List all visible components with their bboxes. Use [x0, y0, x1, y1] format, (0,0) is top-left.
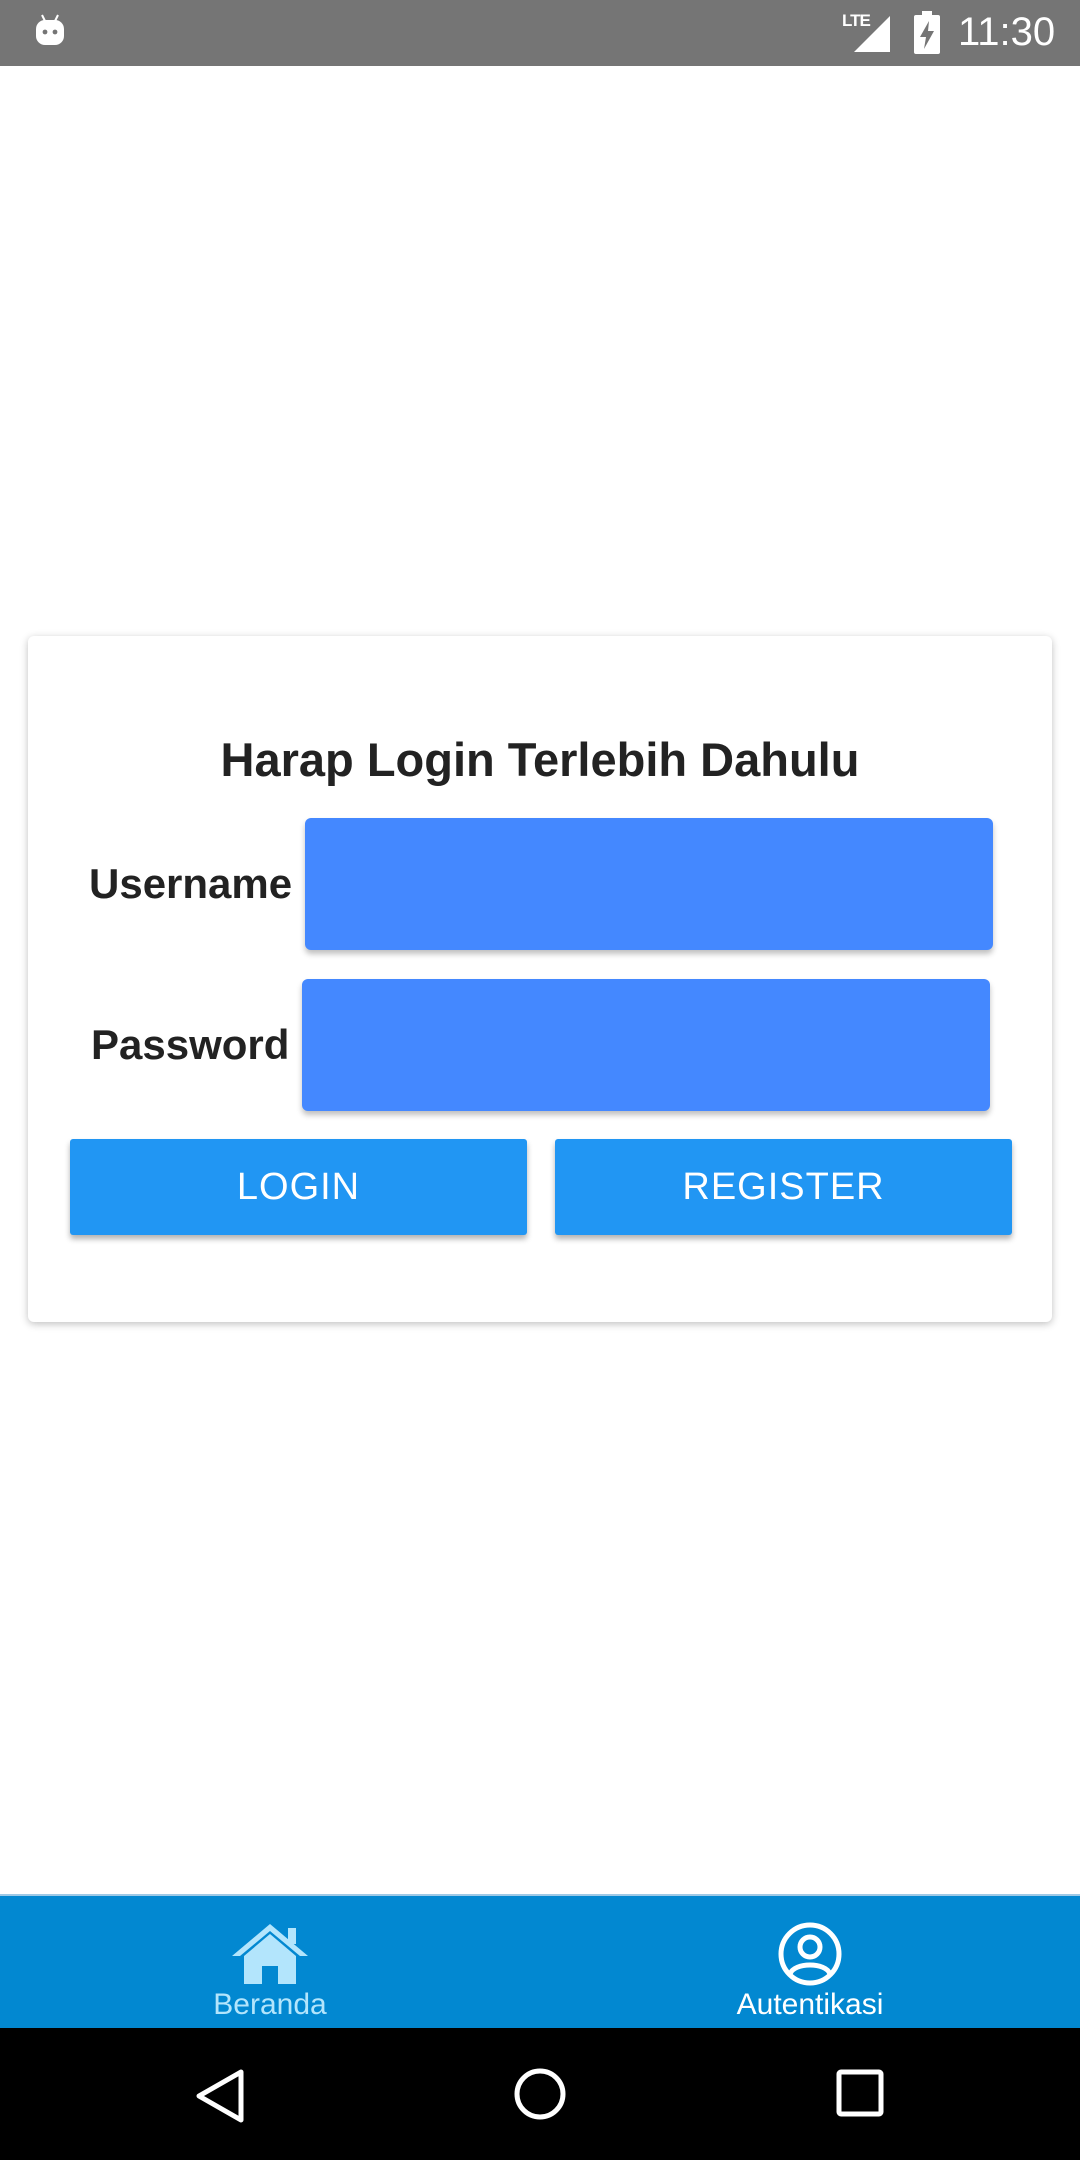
recent-apps-icon[interactable]: [835, 2068, 885, 2118]
home-nav-icon[interactable]: [512, 2066, 568, 2122]
tab-beranda[interactable]: Beranda: [0, 1896, 540, 2030]
user-circle-icon: [778, 1922, 842, 1986]
tab-autentikasi[interactable]: Autentikasi: [540, 1896, 1080, 2030]
signal-icon: [854, 16, 890, 52]
bottom-tab-bar: Beranda Autentikasi: [0, 1894, 1080, 2030]
login-button[interactable]: LOGIN: [70, 1139, 527, 1235]
system-nav-bar: [0, 2028, 1080, 2160]
login-card: Harap Login Terlebih Dahulu Username Pas…: [28, 636, 1052, 1322]
android-notification-icon: [36, 14, 64, 45]
username-label: Username: [89, 860, 293, 907]
login-title: Harap Login Terlebih Dahulu: [220, 733, 860, 786]
status-bar: LTE 11:30: [0, 0, 1080, 66]
password-label: Password: [91, 1021, 290, 1068]
username-input[interactable]: [305, 818, 993, 950]
home-icon: [232, 1924, 308, 1984]
register-button[interactable]: REGISTER: [555, 1139, 1012, 1235]
battery-charging-icon: [914, 11, 940, 54]
password-input[interactable]: [302, 979, 990, 1111]
tab-label-autentikasi: Autentikasi: [736, 1988, 884, 2021]
clock: 11:30: [958, 10, 1056, 54]
tab-label-beranda: Beranda: [213, 1988, 327, 2021]
back-icon[interactable]: [193, 2068, 249, 2124]
